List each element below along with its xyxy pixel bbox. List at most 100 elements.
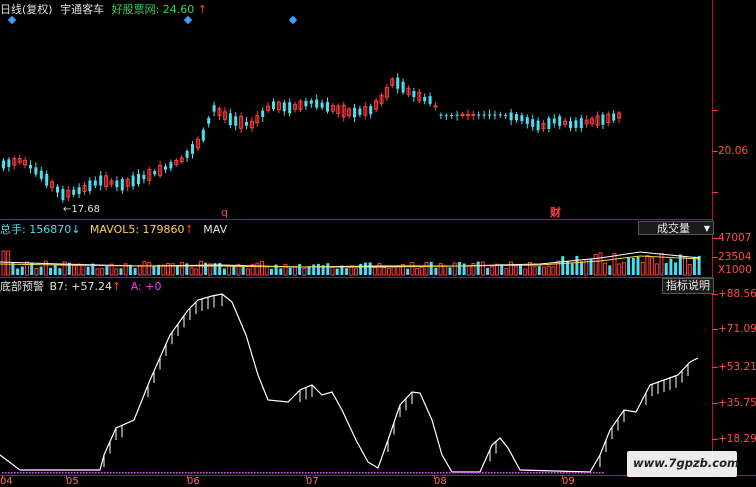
a-dot [128, 472, 130, 474]
indicator-title[interactable]: 底部预警 [0, 280, 44, 293]
a-dot [299, 472, 301, 474]
a-dot [281, 472, 283, 474]
volume-bar [386, 268, 391, 276]
a-dot [215, 472, 217, 474]
indicator-tick-label: +35.75 [718, 397, 756, 409]
volume-bar [194, 268, 199, 276]
a-dot [257, 472, 259, 474]
candle-body [465, 114, 470, 116]
candle-body [536, 120, 540, 131]
a-dot [260, 472, 262, 474]
a-dot [317, 472, 319, 474]
candle-body [444, 115, 448, 117]
volume-bar [119, 268, 123, 275]
volume-bar [504, 268, 509, 276]
candle-body [34, 167, 38, 175]
volume-bar [406, 268, 410, 275]
volume-bar [180, 262, 185, 276]
a-dot [275, 472, 277, 474]
a-dot [374, 472, 376, 474]
candle-body [99, 175, 103, 186]
a-dot [578, 472, 580, 474]
volume-bar [86, 266, 90, 275]
a-dot [398, 472, 400, 474]
stock-chart[interactable] [0, 0, 756, 487]
volume-bar [598, 252, 603, 276]
a-dot [206, 472, 208, 474]
indicator-tick-label: +53.21 [718, 361, 756, 373]
volume-bar [269, 268, 273, 275]
a-dot [323, 472, 325, 474]
a-dot [35, 472, 37, 474]
volume-bar [438, 263, 443, 276]
a-dot [491, 472, 493, 474]
a-dot [443, 472, 445, 474]
volume-bar [335, 268, 339, 275]
volume-bar [683, 256, 687, 276]
dropdown-arrow-icon: ▼ [703, 224, 710, 233]
candle-body [358, 108, 362, 115]
volume-bar [509, 261, 514, 276]
candle-body [569, 121, 572, 129]
candle-body [245, 121, 248, 126]
a-dot [431, 472, 433, 474]
volume-bar [20, 266, 24, 275]
volume-bar [372, 267, 377, 276]
candle-body [520, 115, 524, 122]
a-dot [554, 472, 556, 474]
a-dot [530, 472, 532, 474]
a-dot [32, 472, 34, 474]
candle-body [439, 114, 443, 116]
a-dot [110, 472, 112, 474]
volume-bar [81, 264, 86, 276]
a-dot [332, 472, 334, 474]
a-dot [569, 472, 571, 474]
a-dot [263, 472, 265, 474]
a-dot [383, 472, 385, 474]
a-dot [152, 472, 154, 474]
a-dot [221, 472, 223, 474]
volume-tick-label: 47007 [718, 232, 752, 244]
a-dot [188, 472, 190, 474]
volume-bar [255, 262, 260, 276]
a-dot [71, 472, 73, 474]
candle-body [504, 115, 508, 117]
a-dot [191, 472, 193, 474]
b7-label: B7: +57.24 [49, 280, 112, 293]
a-dot [401, 472, 403, 474]
event-marker-q[interactable]: q [221, 206, 228, 219]
candle-body [61, 188, 65, 200]
volume-bar [570, 263, 574, 275]
candle-body [88, 180, 92, 192]
a-dot [14, 472, 16, 474]
volume-bar [133, 268, 137, 275]
a-dot [116, 472, 118, 474]
a-dot [452, 472, 454, 474]
a-dot [308, 472, 310, 474]
volume-bar [161, 264, 166, 276]
indicator-help-button[interactable]: 指标说明 [662, 278, 714, 294]
a-dot [23, 472, 25, 474]
a-dot [527, 472, 529, 474]
volume-bar [359, 263, 363, 275]
a-dot [581, 472, 583, 474]
volume-indicator-select[interactable]: 成交量 ▼ [638, 221, 714, 235]
a-dot [602, 472, 604, 474]
candle-body [574, 120, 578, 128]
a-dot [242, 472, 244, 474]
volume-bar [264, 266, 269, 276]
volume-bar [513, 265, 518, 276]
a-dot [17, 472, 19, 474]
a-dot [77, 472, 79, 474]
a-dot [485, 472, 487, 474]
a-dot [269, 472, 271, 474]
volume-bar [674, 262, 678, 275]
candle-body [471, 114, 476, 116]
event-marker-cai[interactable]: 财 [550, 206, 561, 219]
a-dot [479, 472, 481, 474]
volume-bar [72, 265, 76, 276]
volume-bar [58, 268, 62, 275]
a-dot [587, 472, 589, 474]
a-dot [230, 472, 232, 474]
a-dot [158, 472, 160, 474]
